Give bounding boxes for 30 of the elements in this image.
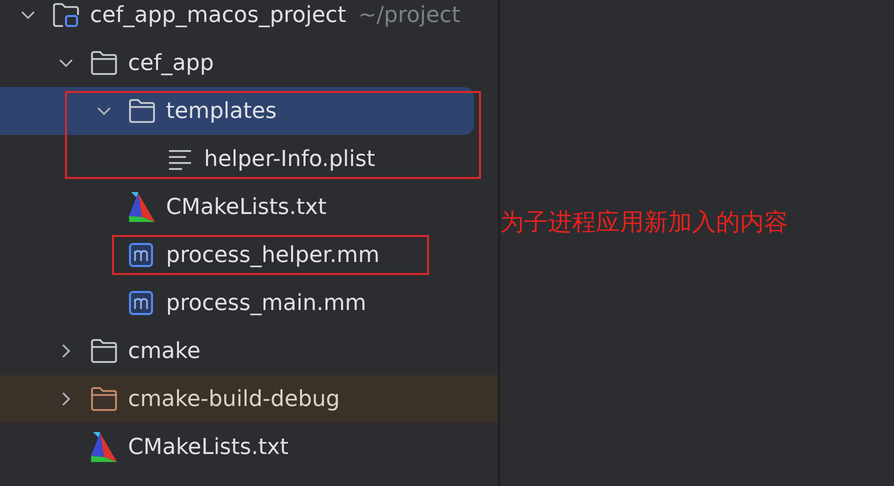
tree-item-label: cef_app (128, 50, 214, 76)
folder-icon (90, 50, 118, 76)
tree-item-label: templates (166, 98, 277, 124)
tree-row[interactable]: cmake-build-debug (0, 375, 498, 423)
tree-item-label: process_helper.mm (166, 242, 380, 268)
tree-item-label: cef_app_macos_project (90, 2, 346, 28)
source-file-icon (128, 242, 156, 268)
tree-row[interactable]: templates (0, 87, 474, 135)
folder-icon (128, 98, 156, 124)
project-path: ~/project (358, 2, 460, 28)
tree-row[interactable]: cef_app_macos_project ~/project (0, 0, 498, 39)
tree-item-label: CMakeLists.txt (166, 194, 326, 220)
tree-row[interactable]: cef_app (0, 39, 498, 87)
tree-row[interactable]: CMakeLists.txt (0, 183, 498, 231)
tree-row[interactable]: process_main.mm (0, 279, 498, 327)
tree-item-label: cmake (128, 338, 200, 364)
tree-item-label: process_main.mm (166, 290, 366, 316)
tree-row[interactable]: helper-Info.plist (0, 135, 498, 183)
annotation-note: 为子进程应用新加入的内容 (500, 208, 788, 236)
triangle-logo-icon (90, 431, 118, 463)
tree-row[interactable]: process_helper.mm (0, 231, 498, 279)
tree-item-label: cmake-build-debug (128, 386, 340, 412)
tree-item-label: helper-Info.plist (204, 146, 376, 172)
folder-icon (90, 386, 118, 412)
source-file-icon (128, 290, 156, 316)
tree-row[interactable]: cmake (0, 327, 498, 375)
tree-item-label: CMakeLists.txt (128, 434, 288, 460)
folder-icon (90, 338, 118, 364)
tree-row[interactable]: CMakeLists.txt (0, 423, 498, 471)
triangle-logo-icon (128, 191, 156, 223)
